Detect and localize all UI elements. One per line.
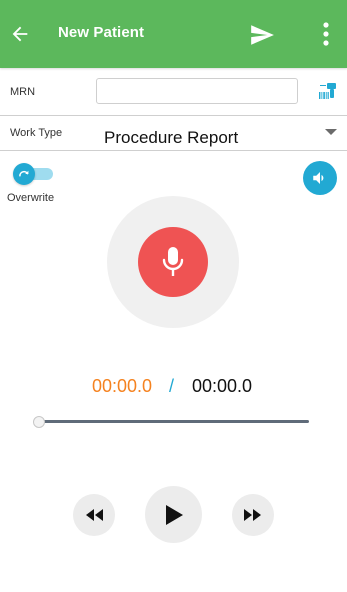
page-title: New Patient xyxy=(58,24,145,41)
mrn-label: MRN xyxy=(10,86,36,98)
dropdown-caret-icon[interactable] xyxy=(325,129,337,135)
rewind-button[interactable] xyxy=(73,494,115,536)
rewind-icon xyxy=(86,509,103,521)
play-button[interactable] xyxy=(145,486,202,543)
elapsed-time: 00:00.0 xyxy=(92,376,153,396)
fast-forward-button[interactable] xyxy=(232,494,274,536)
send-icon[interactable] xyxy=(247,20,277,50)
barcode-scanner-icon[interactable] xyxy=(316,80,340,104)
total-time: 00:00.0 xyxy=(192,376,253,396)
work-type-select[interactable]: Procedure Report xyxy=(104,128,238,148)
arrow-back-icon[interactable] xyxy=(6,20,34,48)
app-bar: New Patient xyxy=(0,0,347,68)
redo-icon xyxy=(13,163,35,185)
play-icon xyxy=(165,504,183,525)
work-type-label: Work Type xyxy=(10,127,63,139)
volume-icon[interactable] xyxy=(303,161,337,195)
overwrite-toggle[interactable] xyxy=(13,163,53,185)
microphone-icon xyxy=(162,247,184,276)
fast-forward-icon xyxy=(244,509,261,521)
record-button-area xyxy=(107,196,239,328)
recorder-screen: New Patient MRN Work Type Procedure Repo… xyxy=(0,0,347,592)
seek-handle[interactable] xyxy=(33,416,45,428)
mrn-input[interactable] xyxy=(96,78,298,104)
time-separator: / xyxy=(169,376,175,396)
record-button[interactable] xyxy=(138,227,208,297)
mrn-row: MRN xyxy=(0,68,347,116)
seek-bar[interactable] xyxy=(33,415,309,429)
overwrite-label: Overwrite xyxy=(7,192,55,204)
more-vert-icon[interactable] xyxy=(315,18,337,50)
work-type-row[interactable]: Work Type Procedure Report xyxy=(0,117,347,151)
seek-track[interactable] xyxy=(37,420,309,423)
